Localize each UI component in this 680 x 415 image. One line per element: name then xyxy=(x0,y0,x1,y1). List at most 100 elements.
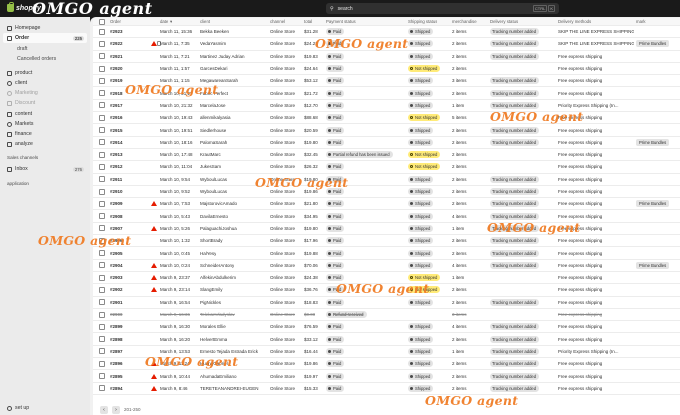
sidebar-item-draft[interactable]: draft xyxy=(3,44,87,54)
order-number[interactable]: #2894 xyxy=(110,383,123,394)
table-row[interactable]: #2906 March 10, 1:32 ShortBrady Online Stor… xyxy=(93,235,680,248)
sales-channels-heading[interactable]: Sales channels xyxy=(7,155,38,160)
sidebar-item-order[interactable]: Order 225 xyxy=(3,33,87,43)
table-row[interactable]: #2900 March 9, 16:36 TelekanVladyslav Onlin… xyxy=(93,309,680,322)
sidebar-item-client[interactable]: client xyxy=(3,78,87,88)
order-number[interactable]: #2897 xyxy=(110,346,123,357)
row-checkbox[interactable] xyxy=(99,127,105,134)
column-header-client[interactable]: client xyxy=(200,18,210,25)
order-number[interactable]: #2895 xyxy=(110,370,123,381)
order-number[interactable]: #2917 xyxy=(110,100,123,111)
row-checkbox[interactable] xyxy=(99,188,105,195)
order-number[interactable]: #2918 xyxy=(110,88,123,99)
row-checkbox[interactable] xyxy=(99,114,105,121)
table-row[interactable]: #2915 March 10, 19:51 Siedlerhouse Online S… xyxy=(93,124,680,137)
sidebar-item-product[interactable]: product xyxy=(3,68,87,78)
order-number[interactable]: #2904 xyxy=(110,260,123,271)
row-checkbox[interactable] xyxy=(99,90,105,97)
order-number[interactable]: #2908 xyxy=(110,211,123,222)
search-input[interactable]: ⚲ search CTRL K xyxy=(326,3,559,14)
order-number[interactable]: #2896 xyxy=(110,358,123,369)
order-number[interactable]: #2923 xyxy=(110,26,123,37)
table-row[interactable]: #2912 March 10, 11:04 JukesSam Online Store… xyxy=(93,161,680,174)
column-header-tag[interactable]: mark xyxy=(636,18,646,25)
table-row[interactable]: #2894 March 9, 8:46 TERETEANANDREI-EUGEN On… xyxy=(93,383,680,395)
order-number[interactable]: #2901 xyxy=(110,297,123,308)
column-header-order[interactable]: Order xyxy=(110,18,121,25)
sidebar-item-settings[interactable]: set up xyxy=(3,403,87,413)
table-row[interactable]: #2921 March 11, 7:21 Martinez Juday Adrian… xyxy=(93,51,680,63)
order-number[interactable]: #2912 xyxy=(110,161,123,172)
table-row[interactable]: #2907 March 10, 5:26 PalaguachiJoshua Onlin… xyxy=(93,223,680,236)
order-number[interactable]: #2910 xyxy=(110,186,123,197)
next-page-button[interactable]: › xyxy=(112,405,120,414)
sidebar-item-marketing[interactable]: Marketing xyxy=(3,88,87,98)
table-row[interactable]: #2904 March 10, 0:24 SchneiderAntony Online… xyxy=(93,260,680,272)
table-row[interactable]: #2916 March 10, 19:43 allenmikalyasia Onlin… xyxy=(93,112,680,125)
select-all-checkbox[interactable] xyxy=(99,18,105,25)
row-checkbox[interactable] xyxy=(99,40,105,47)
row-checkbox[interactable] xyxy=(99,151,105,158)
column-header-shipping[interactable]: Shipping status xyxy=(408,18,437,25)
order-number[interactable]: #2911 xyxy=(110,174,122,185)
row-checkbox[interactable] xyxy=(99,262,105,269)
column-header-payment[interactable]: Payment status xyxy=(326,18,356,25)
order-number[interactable]: #2916 xyxy=(110,112,123,123)
order-number[interactable]: #2909 xyxy=(110,198,123,209)
row-checkbox[interactable] xyxy=(99,311,105,318)
table-row[interactable]: #2898 March 9, 16:20 HelvertEmma Online Sto… xyxy=(93,334,680,346)
row-checkbox[interactable] xyxy=(99,225,105,232)
table-row[interactable]: #2899 March 9, 16:30 Morales Ellie Online S… xyxy=(93,321,680,334)
sidebar-item-cancelled-orders[interactable]: Cancelled orders xyxy=(3,54,87,64)
row-checkbox[interactable] xyxy=(99,274,105,281)
row-checkbox[interactable] xyxy=(99,139,105,146)
row-checkbox[interactable] xyxy=(99,53,105,60)
column-header-items[interactable]: merchandise xyxy=(452,18,477,25)
row-checkbox[interactable] xyxy=(99,102,105,109)
order-number[interactable]: #2905 xyxy=(110,247,123,258)
table-row[interactable]: #2908 March 10, 5:43 DavilaErnesto Online S… xyxy=(93,211,680,223)
order-number[interactable]: #2922 xyxy=(110,38,123,49)
sidebar-item-analyze[interactable]: analyze xyxy=(3,139,87,149)
sidebar-item-homepage[interactable]: Homepage xyxy=(3,23,87,33)
row-checkbox[interactable] xyxy=(99,176,105,183)
row-checkbox[interactable] xyxy=(99,336,105,343)
column-header-method[interactable]: Delivery methods xyxy=(558,18,591,25)
row-checkbox[interactable] xyxy=(99,348,105,355)
application-heading[interactable]: application xyxy=(7,181,29,186)
order-number[interactable]: #2919 xyxy=(110,75,123,86)
table-row[interactable]: #2920 March 11, 1:57 GarcesDekari Online St… xyxy=(93,63,680,76)
column-header-date[interactable]: date xyxy=(160,18,168,25)
table-row[interactable]: #2913 March 10, 17:48 KrautMarc Online Stor… xyxy=(93,149,680,162)
row-checkbox[interactable] xyxy=(99,323,105,330)
order-number[interactable]: #2902 xyxy=(110,284,123,295)
previous-page-button[interactable]: ‹ xyxy=(100,405,108,414)
row-checkbox[interactable] xyxy=(99,213,105,220)
table-row[interactable]: #2917 March 10, 21:32 MarcelaJose Online St… xyxy=(93,100,680,113)
row-checkbox[interactable] xyxy=(99,373,105,380)
order-number[interactable]: #2914 xyxy=(110,137,123,148)
column-header-channel[interactable]: channel xyxy=(270,18,285,25)
row-checkbox[interactable] xyxy=(99,286,105,293)
column-header-delivery[interactable]: Delivery status xyxy=(490,18,518,25)
table-row[interactable]: #2914 March 10, 18:16 PalomaSarah Online St… xyxy=(93,137,680,149)
table-row[interactable]: #2905 March 10, 0:45 HalYesy Online Store $1… xyxy=(93,247,680,260)
order-number[interactable]: #2915 xyxy=(110,124,123,135)
table-row[interactable]: #2909 March 10, 7:53 MajstorovicAmado Onlin… xyxy=(93,198,680,211)
row-checkbox[interactable] xyxy=(99,299,105,306)
sidebar-item-finance[interactable]: finance xyxy=(3,129,87,139)
order-number[interactable]: #2900 xyxy=(110,309,123,320)
row-checkbox[interactable] xyxy=(99,28,105,35)
order-number[interactable]: #2913 xyxy=(110,149,123,160)
order-number[interactable]: #2898 xyxy=(110,334,123,345)
sidebar-item-discount[interactable]: Discount xyxy=(3,98,87,108)
sidebar-item-content[interactable]: content xyxy=(3,109,87,119)
table-row[interactable]: #2910 March 10, 9:52 WyboulLucas Online Sto… xyxy=(93,186,680,199)
sort-descending-icon[interactable]: ▾ xyxy=(170,18,172,25)
row-checkbox[interactable] xyxy=(99,250,105,257)
order-number[interactable]: #2921 xyxy=(110,51,123,62)
row-checkbox[interactable] xyxy=(99,200,105,207)
sidebar-item-inbox[interactable]: Inbox 276 xyxy=(3,164,87,174)
row-checkbox[interactable] xyxy=(99,65,105,72)
table-row[interactable]: #2895 March 9, 10:44 AhumadaEmiliano Online… xyxy=(93,370,680,383)
